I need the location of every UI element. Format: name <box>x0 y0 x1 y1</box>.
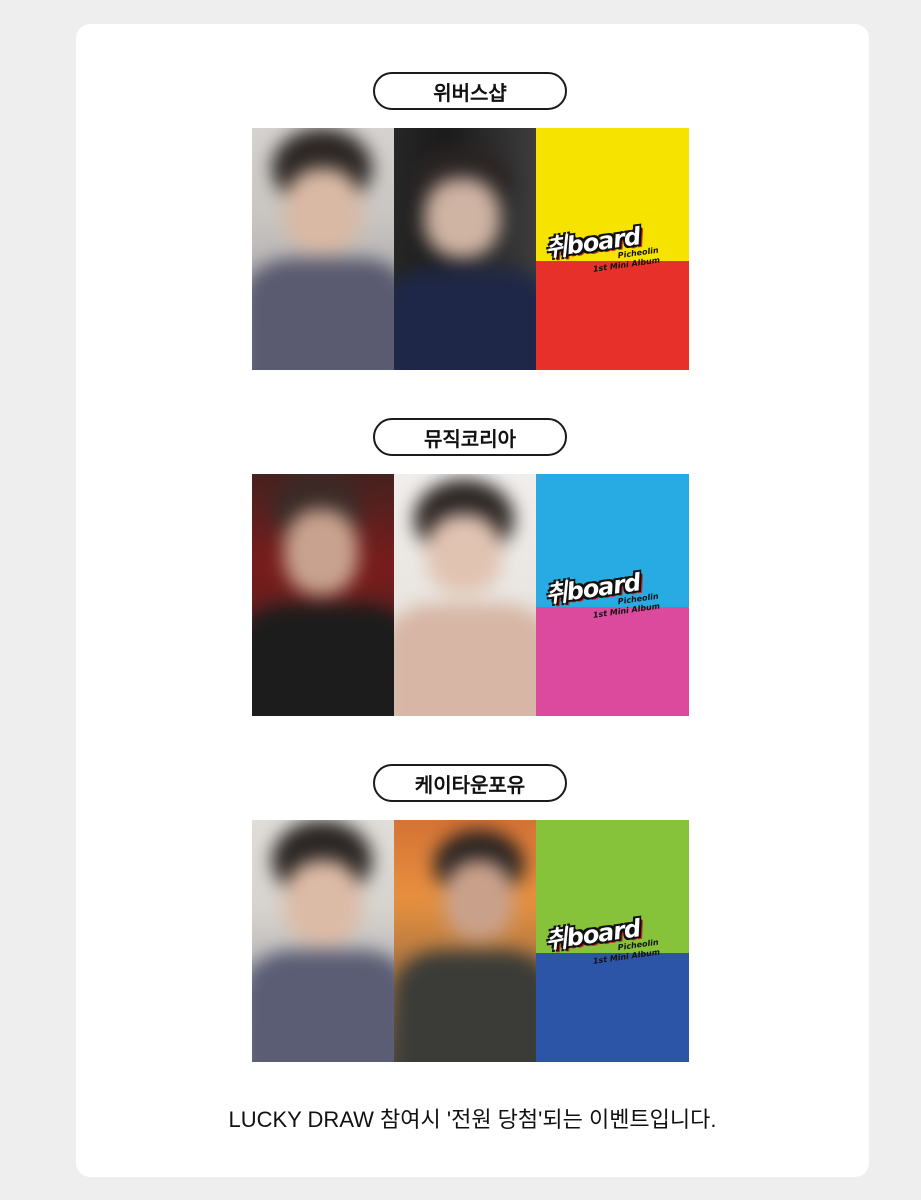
photocard-row: 취board Picheolin 1st Mini Album <box>252 128 692 370</box>
photocard-blurred <box>394 474 536 716</box>
photocard-row: 취board Picheolin 1st Mini Album <box>252 820 692 1062</box>
event-card: 위버스샵 취board Picheolin 1st Mini Album 뮤직코… <box>76 24 869 1177</box>
album-cover: 취board Picheolin 1st Mini Album <box>536 128 689 370</box>
album-cover: 취board Picheolin 1st Mini Album <box>536 474 689 716</box>
photocard-blurred <box>252 820 394 1062</box>
event-notice: LUCKY DRAW 참여시 '전원 당첨'되는 이벤트입니다. <box>228 1107 717 1132</box>
photocard-blurred <box>252 474 394 716</box>
photocard-blurred <box>394 820 536 1062</box>
photocard-blurred <box>252 128 394 370</box>
store-label: 위버스샵 <box>373 72 567 110</box>
store-label: 뮤직코리아 <box>373 418 567 456</box>
photocard-row: 취board Picheolin 1st Mini Album <box>252 474 692 716</box>
photocard-blurred <box>394 128 536 370</box>
store-label: 케이타운포유 <box>373 764 567 802</box>
album-cover: 취board Picheolin 1st Mini Album <box>536 820 689 1062</box>
